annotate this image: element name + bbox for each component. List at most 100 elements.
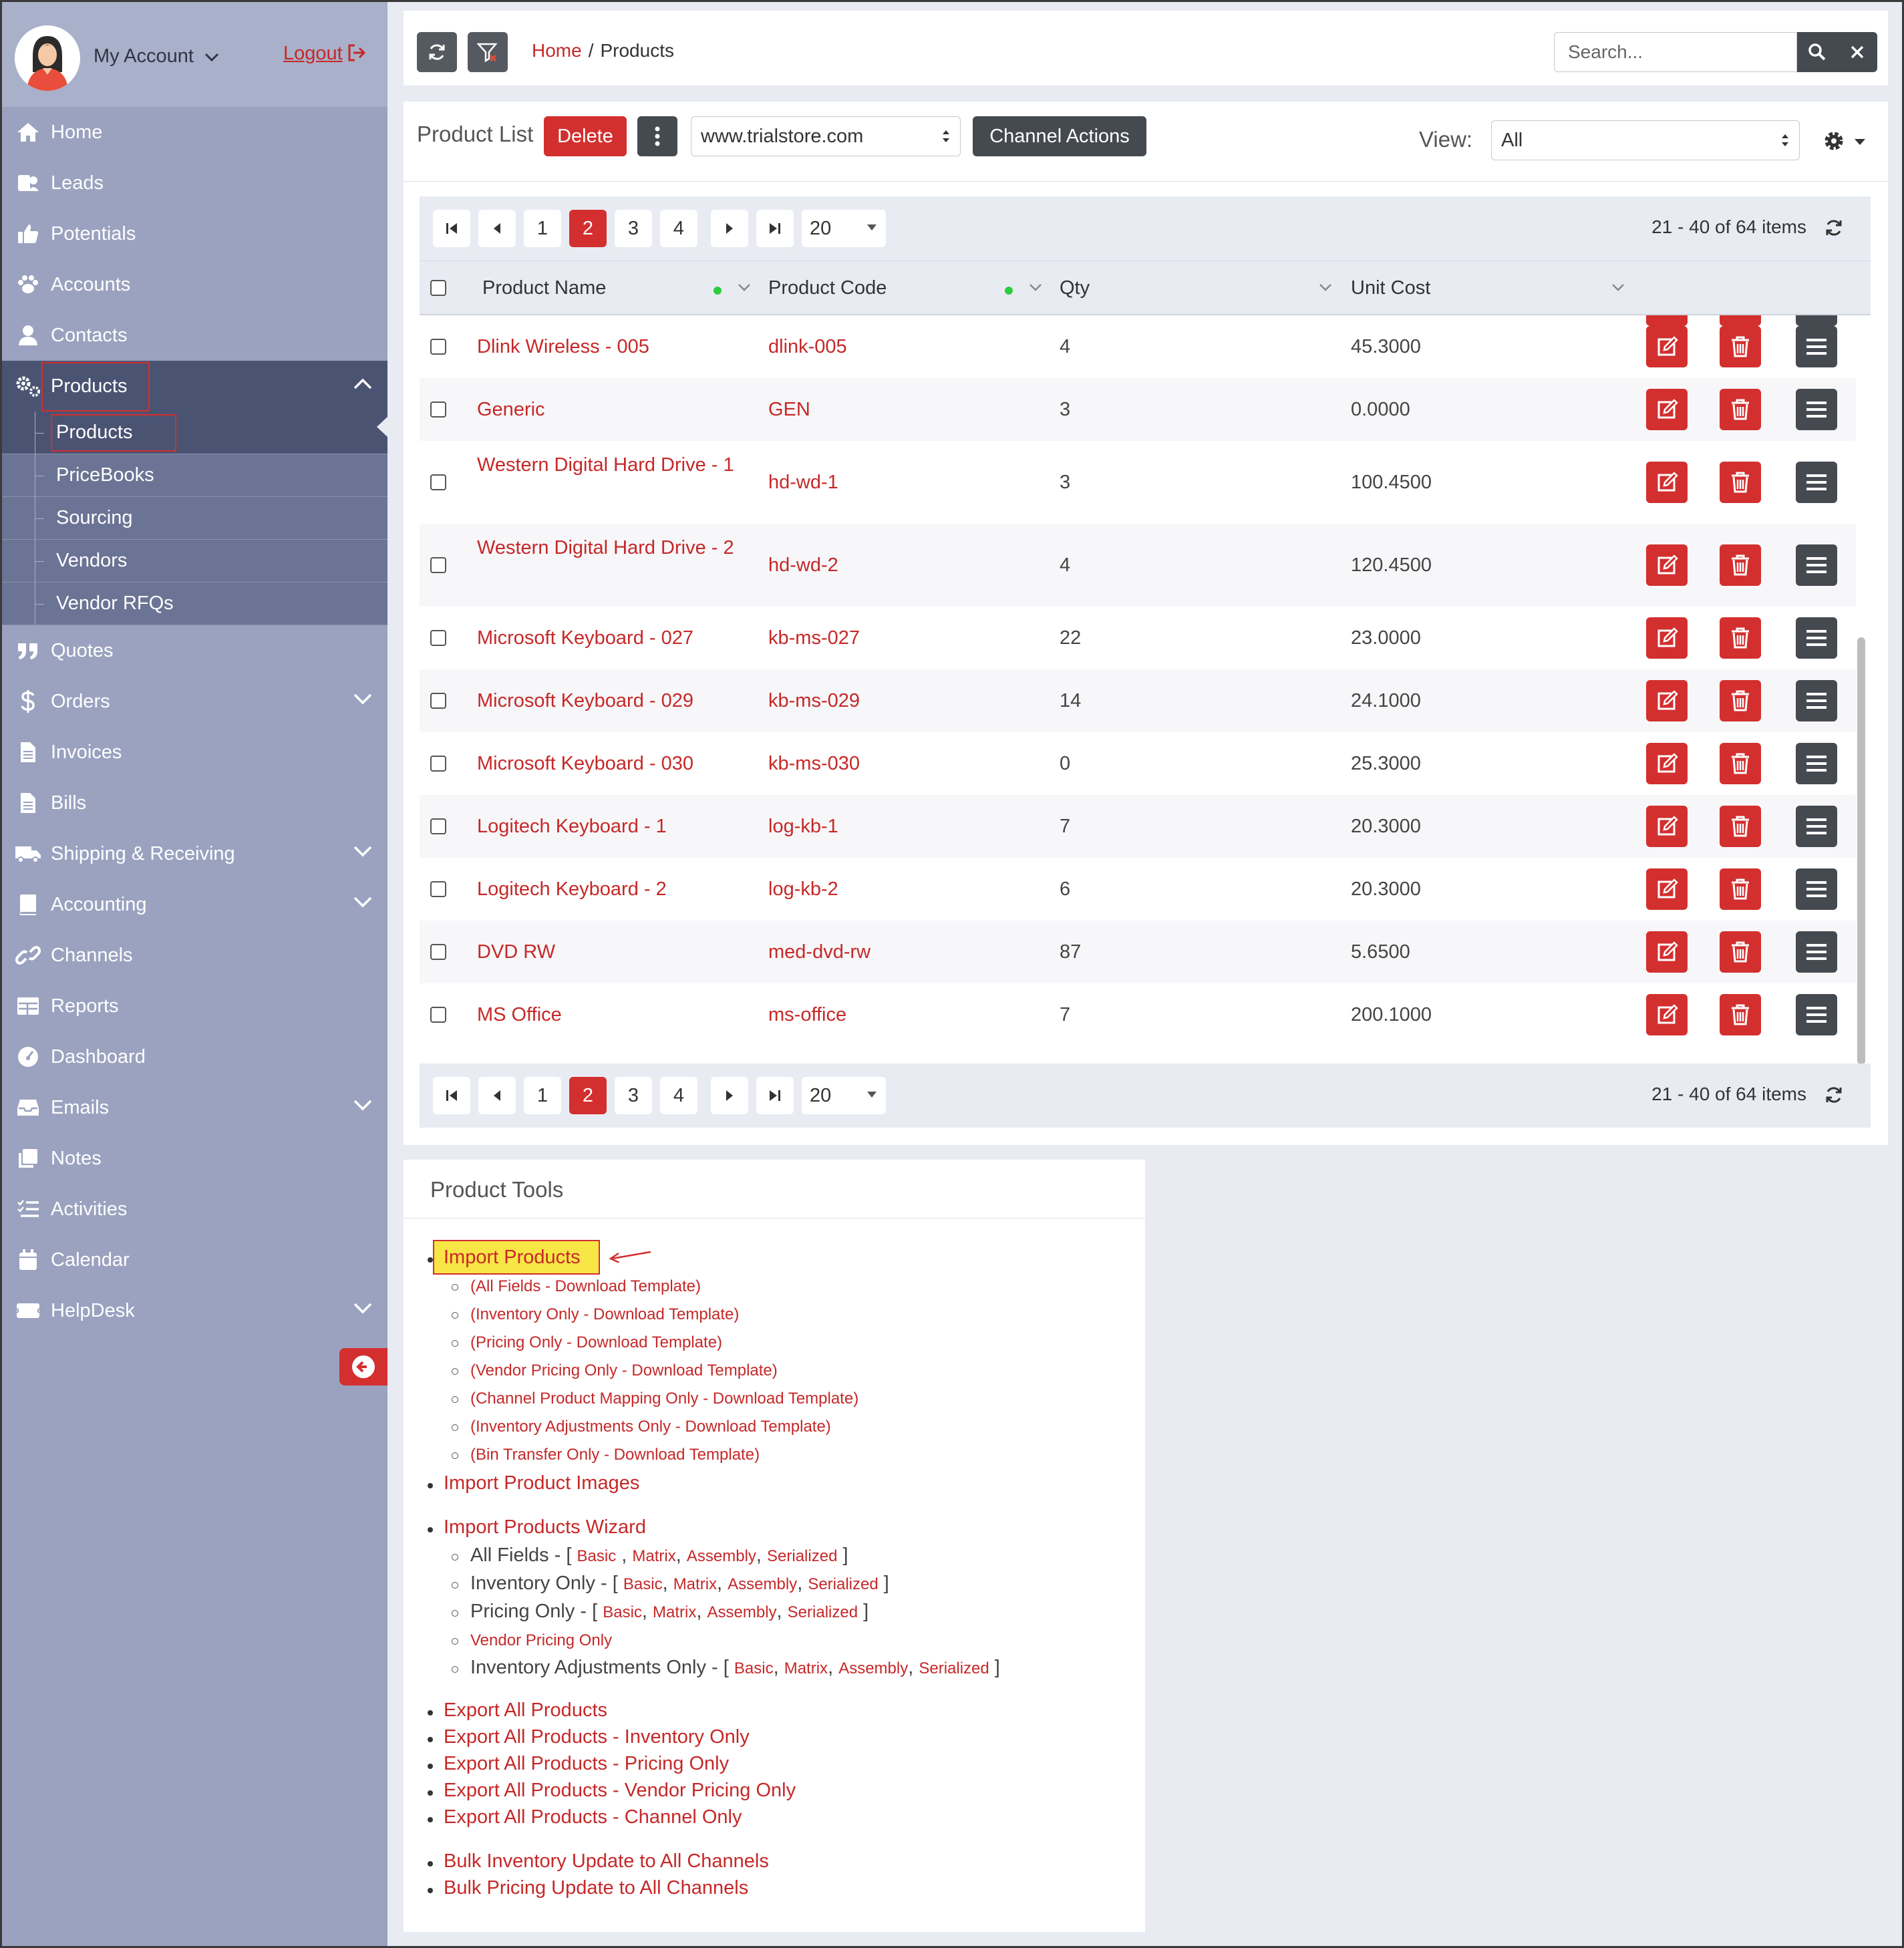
chevron-down-icon[interactable] <box>353 844 373 858</box>
product-code-link[interactable]: kb-ms-029 <box>768 686 860 715</box>
row-menu-button[interactable] <box>1796 743 1837 784</box>
page-3-button[interactable]: 3 <box>615 210 652 247</box>
product-code-link[interactable]: dlink-005 <box>768 332 847 361</box>
edit-button[interactable] <box>1646 462 1688 503</box>
product-name-link[interactable]: Dlink Wireless - 005 <box>477 332 649 361</box>
product-code-link[interactable]: log-kb-1 <box>768 812 838 841</box>
row-menu-button[interactable] <box>1796 931 1837 973</box>
prev-page-button[interactable] <box>478 1077 516 1114</box>
nav-potentials[interactable]: Potentials <box>0 208 387 259</box>
row-checkbox[interactable] <box>430 401 446 418</box>
nav-helpdesk[interactable]: HelpDesk <box>0 1285 387 1336</box>
delete-row-button[interactable] <box>1720 868 1761 910</box>
product-code-link[interactable]: kb-ms-030 <box>768 749 860 778</box>
nav-activities[interactable]: Activities <box>0 1184 387 1235</box>
chevron-down-icon[interactable] <box>738 283 751 292</box>
wizard-serialized-link[interactable]: Serialized <box>808 1575 878 1593</box>
column-header-product-code[interactable]: Product Code <box>768 277 887 299</box>
wizard-basic-link[interactable]: Basic <box>734 1659 774 1677</box>
delete-button[interactable]: Delete <box>544 116 627 156</box>
nav-invoices[interactable]: Invoices <box>0 727 387 778</box>
wizard-vendor-pricing-link[interactable]: Vendor Pricing Only <box>470 1631 612 1650</box>
edit-button[interactable] <box>1646 931 1688 973</box>
edit-button[interactable] <box>1646 680 1688 721</box>
edit-button[interactable] <box>1646 994 1688 1035</box>
row-menu-button[interactable] <box>1796 994 1837 1035</box>
last-page-button[interactable] <box>756 210 794 247</box>
row-checkbox[interactable] <box>430 474 446 490</box>
wizard-matrix-link[interactable]: Matrix <box>784 1659 828 1677</box>
nav-calendar[interactable]: Calendar <box>0 1235 387 1285</box>
page-2-button[interactable]: 2 <box>569 1077 607 1114</box>
row-checkbox[interactable] <box>430 693 446 709</box>
nav-shipping[interactable]: Shipping & Receiving <box>0 828 387 879</box>
search-input[interactable] <box>1554 32 1797 72</box>
row-menu-button[interactable] <box>1796 462 1837 503</box>
refresh-icon[interactable] <box>1824 218 1844 238</box>
product-code-link[interactable]: hd-wd-1 <box>768 468 838 497</box>
row-checkbox[interactable] <box>430 630 446 646</box>
wizard-matrix-link[interactable]: Matrix <box>653 1603 696 1621</box>
delete-row-button[interactable] <box>1720 326 1761 367</box>
export-channel-only-link[interactable]: Export All Products - Channel Only <box>444 1806 742 1828</box>
product-code-link[interactable]: GEN <box>768 395 810 424</box>
last-page-button[interactable] <box>756 1077 794 1114</box>
row-checkbox[interactable] <box>430 818 446 834</box>
wizard-matrix-link[interactable]: Matrix <box>632 1547 675 1565</box>
chevron-up-icon[interactable] <box>353 377 373 390</box>
import-products-link[interactable]: Import Products <box>444 1247 581 1269</box>
nav-contacts[interactable]: Contacts <box>0 310 387 361</box>
store-select[interactable]: www.trialstore.com <box>691 116 961 156</box>
chevron-down-icon[interactable] <box>1611 283 1625 292</box>
more-actions-button[interactable] <box>637 116 677 156</box>
wizard-serialized-link[interactable]: Serialized <box>919 1659 989 1677</box>
page-3-button[interactable]: 3 <box>615 1077 652 1114</box>
chevron-down-icon[interactable] <box>1319 283 1332 292</box>
nav-emails[interactable]: Emails <box>0 1082 387 1133</box>
wizard-serialized-link[interactable]: Serialized <box>767 1547 837 1565</box>
product-name-link[interactable]: Microsoft Keyboard - 030 <box>477 749 693 778</box>
bulk-inventory-update-link[interactable]: Bulk Inventory Update to All Channels <box>444 1850 769 1873</box>
subnav-vendor-rfqs[interactable]: Vendor RFQs <box>0 583 387 625</box>
nav-leads[interactable]: Leads <box>0 158 387 208</box>
chevron-down-icon[interactable] <box>353 1098 373 1112</box>
collapse-sidebar-button[interactable] <box>339 1348 387 1386</box>
row-menu-button[interactable] <box>1796 868 1837 910</box>
wizard-assembly-link[interactable]: Assembly <box>707 1603 777 1621</box>
wizard-assembly-link[interactable]: Assembly <box>838 1659 908 1677</box>
nav-dashboard[interactable]: Dashboard <box>0 1031 387 1082</box>
row-checkbox[interactable] <box>430 557 446 573</box>
row-menu-button[interactable] <box>1796 326 1837 367</box>
wizard-basic-link[interactable]: Basic <box>623 1575 663 1593</box>
page-size-select[interactable]: 20 <box>802 210 886 247</box>
edit-button[interactable] <box>1646 617 1688 659</box>
scrollbar-thumb[interactable] <box>1857 637 1865 1064</box>
refresh-button[interactable] <box>417 32 457 72</box>
delete-row-button[interactable] <box>1720 931 1761 973</box>
delete-row-button[interactable] <box>1720 544 1761 586</box>
refresh-icon[interactable] <box>1824 1085 1844 1105</box>
page-1-button[interactable]: 1 <box>524 1077 561 1114</box>
nav-reports[interactable]: Reports <box>0 981 387 1031</box>
wizard-serialized-link[interactable]: Serialized <box>788 1603 858 1621</box>
wizard-basic-link[interactable]: Basic <box>577 1547 617 1565</box>
bulk-pricing-update-link[interactable]: Bulk Pricing Update to All Channels <box>444 1877 748 1899</box>
wizard-assembly-link[interactable]: Assembly <box>728 1575 797 1593</box>
delete-row-button[interactable] <box>1720 462 1761 503</box>
column-header-qty[interactable]: Qty <box>1060 277 1090 299</box>
delete-row-button[interactable] <box>1720 680 1761 721</box>
chevron-down-icon[interactable] <box>1029 283 1042 292</box>
product-name-link[interactable]: Generic <box>477 395 545 424</box>
edit-button[interactable] <box>1646 868 1688 910</box>
product-name-link[interactable]: Western Digital Hard Drive - 1 <box>477 450 744 480</box>
row-checkbox[interactable] <box>430 944 446 960</box>
next-page-button[interactable] <box>711 210 748 247</box>
import-product-images-link[interactable]: Import Product Images <box>444 1472 639 1494</box>
page-2-button[interactable]: 2 <box>569 210 607 247</box>
row-checkbox[interactable] <box>430 881 446 897</box>
settings-dropdown[interactable] <box>1822 130 1876 154</box>
product-name-link[interactable]: Logitech Keyboard - 2 <box>477 874 667 904</box>
template-channel-mapping-link[interactable]: (Channel Product Mapping Only - Download… <box>470 1390 858 1408</box>
edit-button[interactable] <box>1646 743 1688 784</box>
nav-orders[interactable]: Orders <box>0 676 387 727</box>
